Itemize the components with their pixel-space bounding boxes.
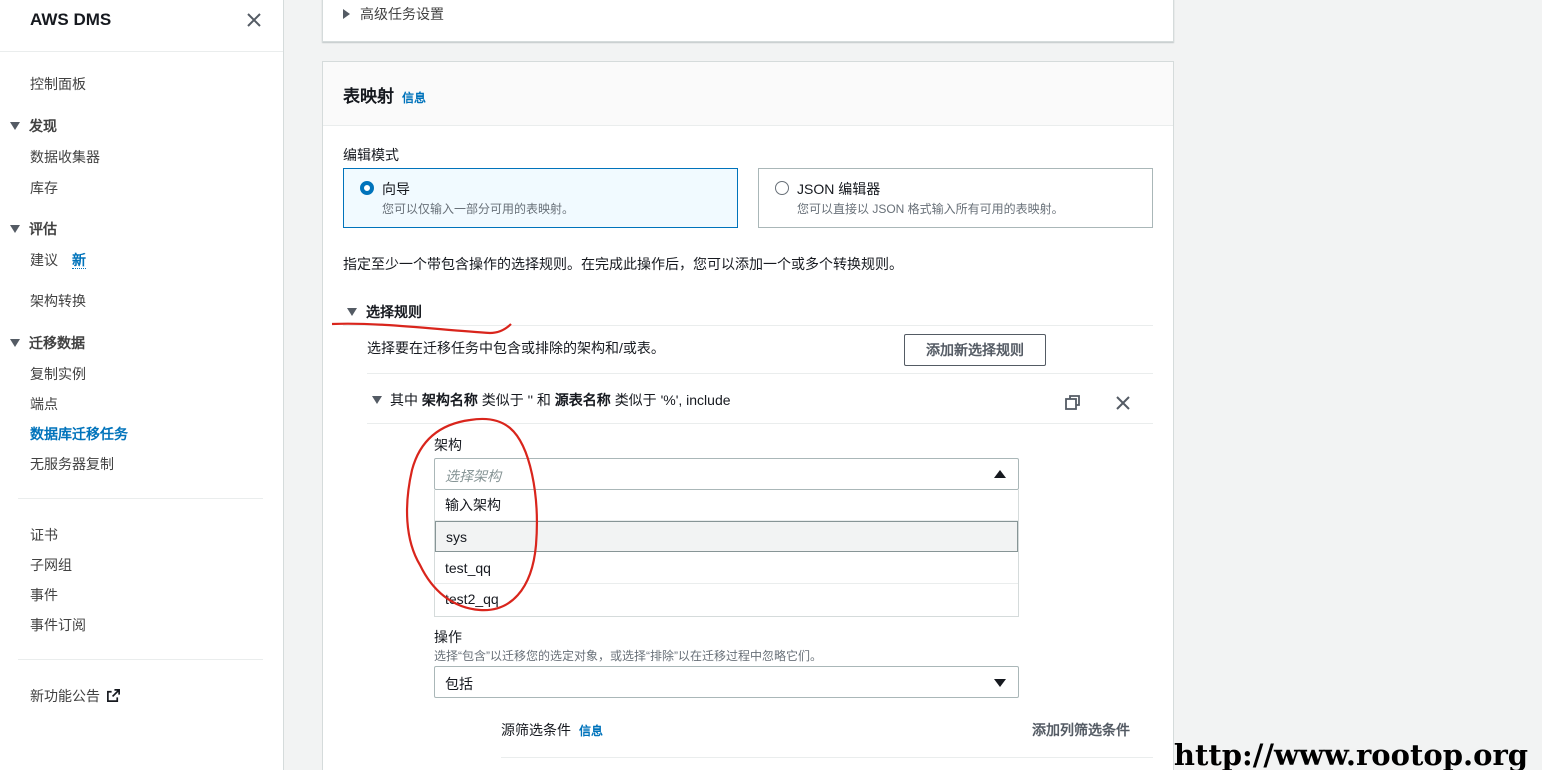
action-select[interactable]: 包括 xyxy=(434,666,1019,698)
sidebar-divider xyxy=(18,659,263,660)
card-header: 表映射 信息 xyxy=(323,62,1173,126)
nav-migration-tasks[interactable]: 数据库迁移任务 xyxy=(30,424,128,444)
nav-replication-instances[interactable]: 复制实例 xyxy=(30,364,86,384)
nav-section-discover[interactable]: 发现 xyxy=(10,116,57,136)
add-selection-rule-button[interactable]: 添加新选择规则 xyxy=(904,334,1046,366)
nav-section-assess[interactable]: 评估 xyxy=(10,219,57,239)
dropdown-option-highlighted[interactable]: sys xyxy=(435,521,1018,552)
sidebar-divider xyxy=(18,498,263,499)
nav-certificates[interactable]: 证书 xyxy=(30,525,58,545)
dropdown-option[interactable]: test_qq xyxy=(435,553,1018,584)
instruction-text: 指定至少一个带包含操作的选择规则。在完成此操作后，您可以添加一个或多个转换规则。 xyxy=(343,256,903,272)
radio-selected[interactable] xyxy=(360,181,374,195)
info-link[interactable]: 信息 xyxy=(402,91,426,105)
nav-serverless-replication[interactable]: 无服务器复制 xyxy=(30,454,114,474)
nav-section-migrate[interactable]: 迁移数据 xyxy=(10,333,85,353)
divider xyxy=(343,325,1153,326)
caret-down-icon xyxy=(347,308,357,316)
action-value: 包括 xyxy=(445,676,473,692)
nav-data-collectors[interactable]: 数据收集器 xyxy=(30,147,100,167)
mode-desc: 您可以直接以 JSON 格式输入所有可用的表映射。 xyxy=(797,202,1064,216)
mode-desc: 您可以仅输入一部分可用的表映射。 xyxy=(382,202,575,216)
nav-event-subscriptions[interactable]: 事件订阅 xyxy=(30,615,86,635)
copy-icon[interactable] xyxy=(1063,393,1083,413)
mode-json-option[interactable]: JSON 编辑器 您可以直接以 JSON 格式输入所有可用的表映射。 xyxy=(758,168,1153,228)
nav-schema-conversion[interactable]: 架构转换 xyxy=(30,291,86,311)
edit-mode-label: 编辑模式 xyxy=(343,147,399,163)
caret-down-icon xyxy=(10,339,20,347)
divider xyxy=(367,373,1153,374)
sidebar: AWS DMS 控制面板 发现 数据收集器 库存 评估 建议新 架构转换 迁移数… xyxy=(0,0,284,770)
radio-unselected[interactable] xyxy=(775,181,789,195)
caret-down-icon xyxy=(10,225,20,233)
nav-endpoints[interactable]: 端点 xyxy=(30,394,58,414)
caret-down-icon xyxy=(372,396,382,404)
nav-events[interactable]: 事件 xyxy=(30,585,58,605)
schema-dropdown: 输入架构 sys test_qq test2_qq xyxy=(434,490,1019,617)
caret-down-icon xyxy=(10,122,20,130)
mode-title: 向导 xyxy=(382,181,410,197)
nav-dashboard[interactable]: 控制面板 xyxy=(30,74,86,94)
info-link[interactable]: 信息 xyxy=(579,724,603,738)
selection-rules-desc: 选择要在迁移任务中包含或排除的架构和/或表。 xyxy=(367,340,665,356)
advanced-settings-card: 高级任务设置 xyxy=(322,0,1174,42)
new-badge: 新 xyxy=(72,252,86,269)
dropdown-option[interactable]: 输入架构 xyxy=(435,490,1018,521)
mode-title: JSON 编辑器 xyxy=(797,181,881,197)
schema-label: 架构 xyxy=(434,437,462,453)
nav-recommendations[interactable]: 建议新 xyxy=(30,250,86,270)
sidebar-title: AWS DMS xyxy=(30,10,112,29)
close-icon[interactable] xyxy=(244,10,264,30)
card-title: 表映射 信息 xyxy=(343,87,427,106)
advanced-settings-toggle[interactable]: 高级任务设置 xyxy=(343,4,444,24)
caret-down-icon xyxy=(994,679,1006,687)
divider xyxy=(501,757,1153,758)
schema-select[interactable]: 选择架构 xyxy=(434,458,1019,490)
external-link-icon xyxy=(107,689,120,702)
mode-wizard-option[interactable]: 向导 您可以仅输入一部分可用的表映射。 xyxy=(343,168,738,228)
caret-right-icon xyxy=(343,9,350,19)
selection-rules-toggle[interactable]: 选择规则 xyxy=(347,302,422,322)
add-column-filter-button[interactable]: 添加列筛选条件 xyxy=(1032,720,1130,740)
source-filter-label: 源筛选条件 信息 xyxy=(501,722,604,738)
action-desc: 选择“包含”以迁移您的选定对象，或选择“排除”以在迁移过程中忽略它们。 xyxy=(434,649,822,663)
watermark: http://www.rootop.org xyxy=(1173,738,1528,770)
schema-placeholder: 选择架构 xyxy=(445,468,501,484)
divider xyxy=(367,423,1153,424)
caret-up-icon xyxy=(994,470,1006,478)
sidebar-header: AWS DMS xyxy=(0,0,283,52)
dropdown-option[interactable]: test2_qq xyxy=(435,584,1018,615)
action-label: 操作 xyxy=(434,629,462,645)
remove-rule-icon[interactable] xyxy=(1113,393,1133,413)
nav-whats-new[interactable]: 新功能公告 xyxy=(30,686,121,706)
nav-inventory[interactable]: 库存 xyxy=(30,178,58,198)
rule-summary-toggle[interactable]: 其中 架构名称 类似于 '' 和 源表名称 类似于 '%', include xyxy=(372,390,731,410)
nav-subnet-groups[interactable]: 子网组 xyxy=(30,555,72,575)
